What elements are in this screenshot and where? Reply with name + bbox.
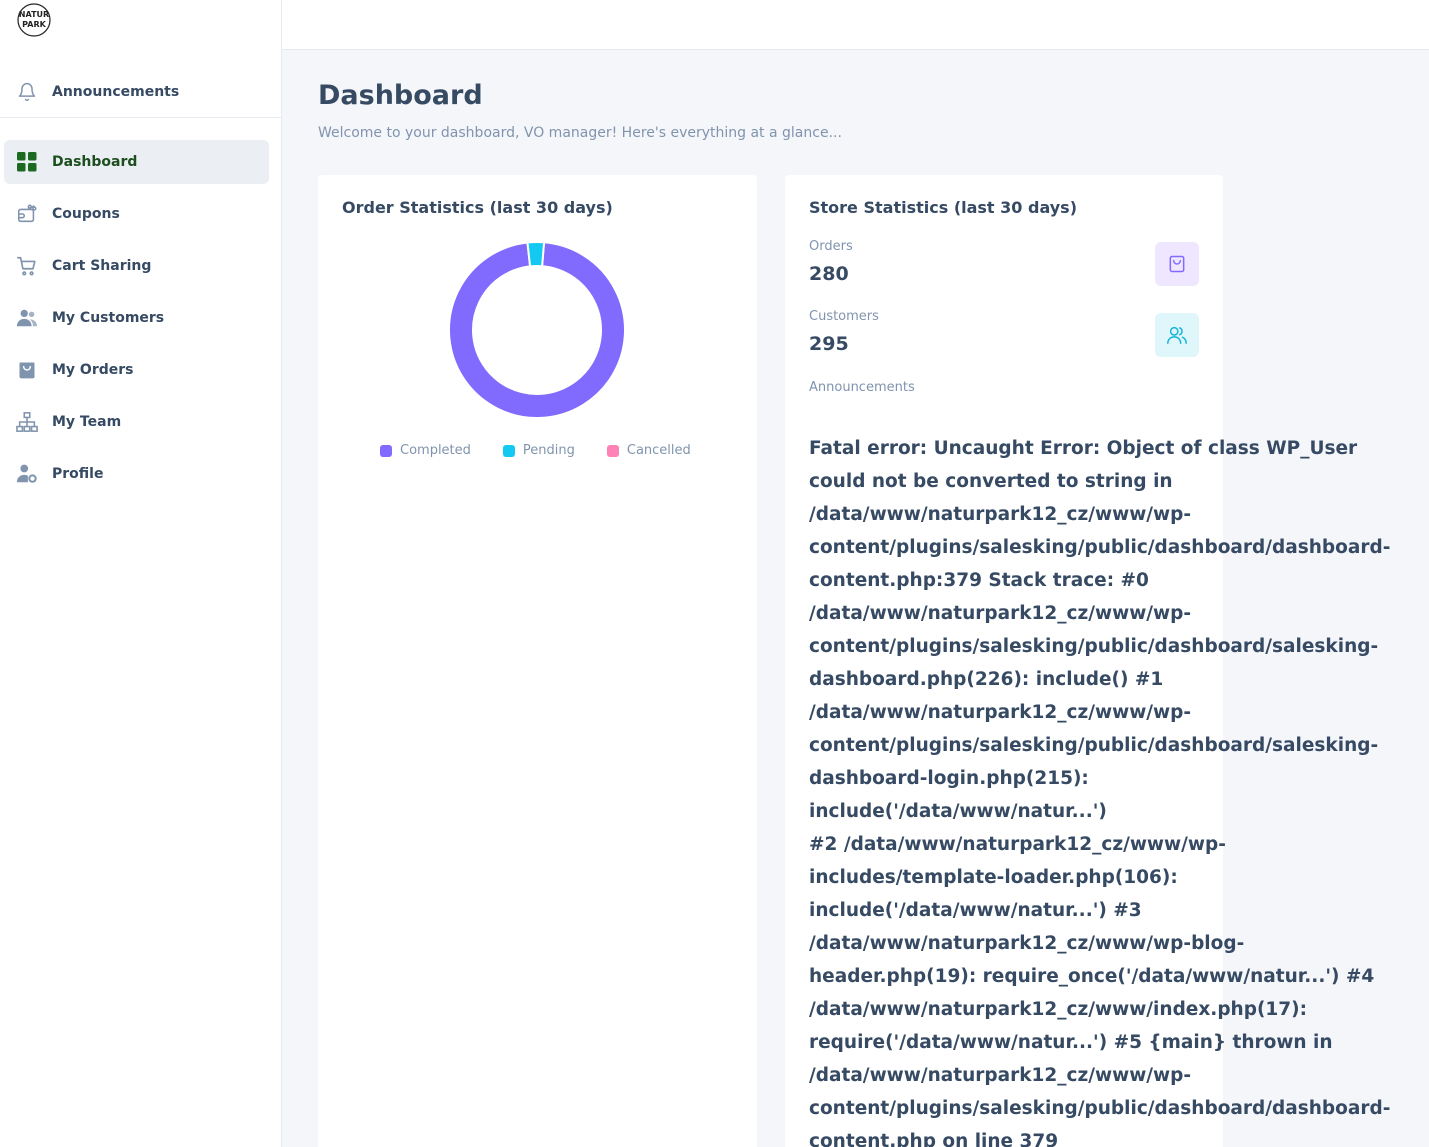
bag-icon: [16, 359, 38, 381]
page-title: Dashboard: [318, 80, 483, 111]
bell-icon: [16, 81, 38, 103]
legend-cancelled[interactable]: Cancelled: [606, 443, 691, 458]
nav-announcements[interactable]: Announcements: [0, 66, 281, 118]
sidebar-item-cart-sharing[interactable]: Cart Sharing: [4, 244, 269, 288]
legend-label: Completed: [400, 443, 471, 458]
svg-text:PARK: PARK: [22, 20, 46, 29]
users-icon: [16, 307, 38, 329]
sidebar-item-label: Dashboard: [52, 154, 138, 170]
legend-swatch-pending: [502, 444, 515, 457]
sidebar-item-label: My Customers: [52, 310, 165, 326]
sidebar: NATUR PARK Announcements Dashboard Coupo…: [0, 0, 282, 1147]
announcements-label: Announcements: [52, 83, 180, 100]
order-statistics-card: Order Statistics (last 30 days) Complete…: [318, 175, 757, 1147]
php-fatal-error-message: Fatal error: Uncaught Error: Object of c…: [809, 438, 1391, 1147]
sidebar-item-label: My Orders: [52, 362, 134, 378]
sidebar-nav: Dashboard Coupons Cart Sharing My Custom…: [4, 140, 269, 504]
customers-users-icon: [1155, 313, 1199, 357]
coupon-icon: [16, 203, 38, 225]
brand-logo[interactable]: NATUR PARK: [16, 2, 52, 38]
sidebar-item-label: Cart Sharing: [52, 258, 152, 274]
orders-bag-icon: [1155, 242, 1199, 286]
top-bar: [282, 0, 1429, 50]
orders-stat-value: 280: [809, 263, 849, 285]
sidebar-item-label: My Team: [52, 414, 122, 430]
sidebar-item-coupons[interactable]: Coupons: [4, 192, 269, 236]
store-statistics-title: Store Statistics (last 30 days): [809, 198, 1078, 217]
legend-pending[interactable]: Pending: [502, 443, 575, 458]
page-subtitle: Welcome to your dashboard, VO manager! H…: [318, 125, 842, 141]
cart-icon: [16, 255, 38, 277]
donut-slice-completed[interactable]: [449, 242, 625, 418]
sidebar-item-my-team[interactable]: My Team: [4, 400, 269, 444]
sidebar-item-my-orders[interactable]: My Orders: [4, 348, 269, 392]
grid-icon: [16, 151, 38, 173]
orders-stat-label: Orders: [809, 239, 853, 254]
legend-swatch-cancelled: [606, 444, 619, 457]
sidebar-item-label: Coupons: [52, 206, 120, 222]
customers-stat-label: Customers: [809, 309, 879, 324]
sidebar-item-profile[interactable]: Profile: [4, 452, 269, 496]
legend-completed[interactable]: Completed: [380, 443, 471, 458]
sidebar-item-dashboard[interactable]: Dashboard: [4, 140, 269, 184]
announcements-stat-label: Announcements: [809, 380, 915, 395]
donut-slice-pending[interactable]: [526, 242, 546, 268]
legend-label: Cancelled: [626, 443, 691, 458]
chart-legend: Completed Pending Cancelled: [380, 443, 723, 458]
legend-label: Pending: [522, 443, 575, 458]
org-chart-icon: [16, 411, 38, 433]
order-statistics-title: Order Statistics (last 30 days): [342, 198, 613, 217]
legend-swatch-completed: [380, 444, 392, 457]
customers-stat-value: 295: [809, 333, 849, 355]
order-status-donut-chart: [449, 242, 625, 418]
sidebar-item-my-customers[interactable]: My Customers: [4, 296, 269, 340]
sidebar-item-label: Profile: [52, 466, 104, 482]
user-gear-icon: [16, 463, 38, 485]
svg-text:NATUR: NATUR: [19, 10, 49, 19]
